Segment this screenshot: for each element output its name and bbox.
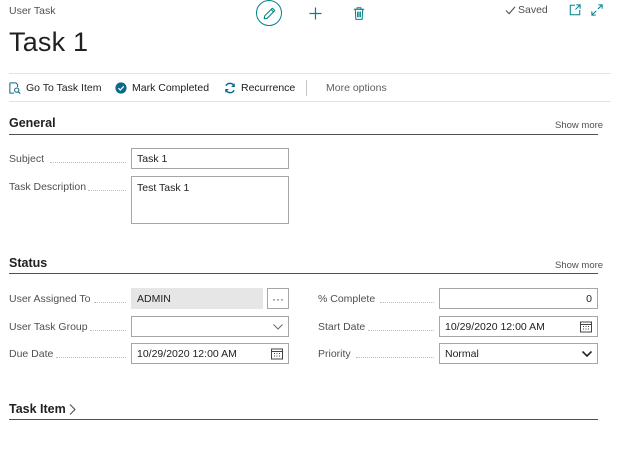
task-item-section-title: Task Item [9, 402, 66, 416]
recurrence-label: Recurrence [241, 81, 296, 94]
chevron-down-icon [273, 323, 283, 330]
page-caption: User Task [9, 5, 56, 17]
chevron-right-icon [69, 403, 76, 415]
status-show-more[interactable]: Show more [555, 260, 603, 271]
trash-icon [353, 6, 365, 20]
start-date-field[interactable]: 10/29/2020 12:00 AM [439, 316, 598, 337]
check-circle-icon [115, 81, 127, 94]
due-date-label: Due Date [9, 348, 54, 360]
task-description-dots [88, 190, 126, 191]
general-section-title[interactable]: General [9, 116, 56, 130]
calendar-icon[interactable] [580, 321, 592, 332]
subject-value: Task 1 [137, 152, 168, 165]
mark-completed-action[interactable]: Mark Completed [115, 74, 209, 101]
plus-icon [308, 6, 322, 20]
open-new-window-icon [569, 4, 581, 16]
user-task-group-dots [90, 330, 126, 331]
checkmark-icon [505, 6, 516, 14]
task-description-value: Test Task 1 [137, 182, 190, 194]
task-description-field[interactable]: Test Task 1 [131, 176, 289, 224]
saved-status: Saved [505, 4, 548, 16]
task-item-section-header[interactable]: Task Item [9, 402, 76, 416]
document-search-icon [9, 81, 21, 94]
expand-button[interactable] [591, 3, 603, 21]
priority-dots [356, 357, 434, 358]
priority-value: Normal [445, 347, 479, 360]
calendar-icon[interactable] [271, 348, 283, 359]
ellipsis-icon: ··· [272, 291, 284, 306]
pencil-icon [263, 7, 275, 19]
more-options-label: More options [326, 81, 387, 94]
recurrence-action[interactable]: Recurrence [224, 74, 295, 101]
status-section-title[interactable]: Status [9, 256, 47, 270]
action-separator [306, 80, 307, 96]
priority-select[interactable]: Normal [439, 343, 598, 364]
general-section-divider [9, 134, 598, 135]
go-to-task-item-label: Go To Task Item [26, 81, 102, 94]
user-assigned-to-label: User Assigned To [9, 293, 91, 305]
subject-dots [50, 162, 126, 163]
subject-field[interactable]: Task 1 [131, 148, 289, 169]
refresh-icon [225, 82, 235, 93]
due-date-field[interactable]: 10/29/2020 12:00 AM [131, 343, 289, 364]
task-item-section-divider [9, 419, 598, 420]
due-date-dots [56, 357, 126, 358]
user-assigned-to-dots [94, 302, 126, 303]
delete-button[interactable] [350, 4, 368, 22]
user-assigned-to-value: ADMIN [137, 292, 171, 305]
subject-label: Subject [9, 153, 45, 165]
start-date-dots [368, 330, 434, 331]
user-task-group-select[interactable] [131, 316, 289, 337]
open-new-window-button[interactable] [569, 3, 581, 21]
expand-icon [591, 4, 603, 16]
user-task-group-label: User Task Group [9, 321, 88, 333]
status-section-divider [9, 273, 598, 274]
new-button[interactable] [306, 4, 324, 22]
window-controls [569, 3, 603, 21]
go-to-task-item-action[interactable]: Go To Task Item [9, 74, 101, 101]
user-assigned-to-lookup-button[interactable]: ··· [267, 288, 289, 309]
percent-complete-dots [380, 302, 434, 303]
saved-label: Saved [518, 4, 548, 16]
general-show-more[interactable]: Show more [555, 120, 603, 131]
priority-label: Priority [318, 348, 351, 360]
start-date-value: 10/29/2020 12:00 AM [445, 320, 545, 333]
chevron-down-icon [582, 350, 592, 357]
percent-complete-field[interactable]: 0 [439, 288, 598, 309]
edit-button[interactable] [256, 0, 282, 26]
user-assigned-to-field[interactable]: ADMIN [131, 288, 263, 309]
page-title: Task 1 [9, 27, 89, 57]
mark-completed-label: Mark Completed [132, 81, 210, 94]
task-description-label: Task Description [9, 181, 87, 193]
more-options-action[interactable]: More options [326, 74, 387, 101]
due-date-value: 10/29/2020 12:00 AM [137, 347, 237, 360]
percent-complete-value: 0 [586, 292, 592, 305]
start-date-label: Start Date [318, 321, 366, 333]
percent-complete-label: % Complete [318, 293, 376, 305]
action-bar: Go To Task Item Mark Completed Recurrenc… [9, 73, 611, 102]
